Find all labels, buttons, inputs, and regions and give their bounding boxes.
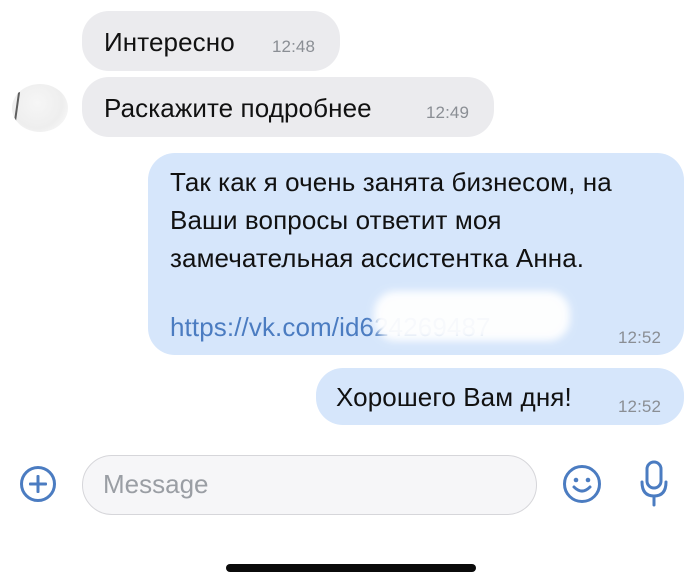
avatar[interactable]	[12, 84, 68, 132]
message-text: Интересно	[104, 27, 235, 57]
message-input[interactable]: Message	[82, 455, 537, 515]
message-line: Так как я очень занята бизнесом, на	[170, 167, 612, 197]
plus-circle-icon[interactable]	[20, 466, 56, 502]
smile-icon[interactable]	[562, 464, 602, 504]
message-list[interactable]: Интересно 12:48 Раскажите подробнее 12:4…	[0, 0, 700, 440]
message-line: Ваши вопросы ответит моя	[170, 205, 502, 235]
message-time: 12:48	[272, 37, 316, 56]
incoming-message-bubble[interactable]: Интересно 12:48	[82, 11, 340, 71]
message-line: замечательная ассистентка Анна.	[170, 243, 585, 273]
redaction-blur	[374, 291, 570, 341]
incoming-message-bubble[interactable]: Раскажите подробнее 12:49	[82, 77, 494, 137]
message-composer: Message	[0, 440, 700, 585]
message-time: 12:52	[618, 397, 662, 416]
message-time: 12:52	[618, 328, 662, 347]
home-indicator	[226, 564, 476, 572]
message-time: 12:49	[426, 103, 470, 122]
chat-screen: Интересно 12:48 Раскажите подробнее 12:4…	[0, 0, 700, 585]
message-text: Хорошего Вам дня!	[336, 382, 572, 412]
message-text: Так как я очень занята бизнесом, на Ваши…	[170, 163, 670, 277]
outgoing-message-bubble[interactable]: Хорошего Вам дня! 12:52	[316, 368, 684, 425]
message-text: Раскажите подробнее	[104, 93, 372, 123]
microphone-icon[interactable]	[638, 460, 670, 508]
